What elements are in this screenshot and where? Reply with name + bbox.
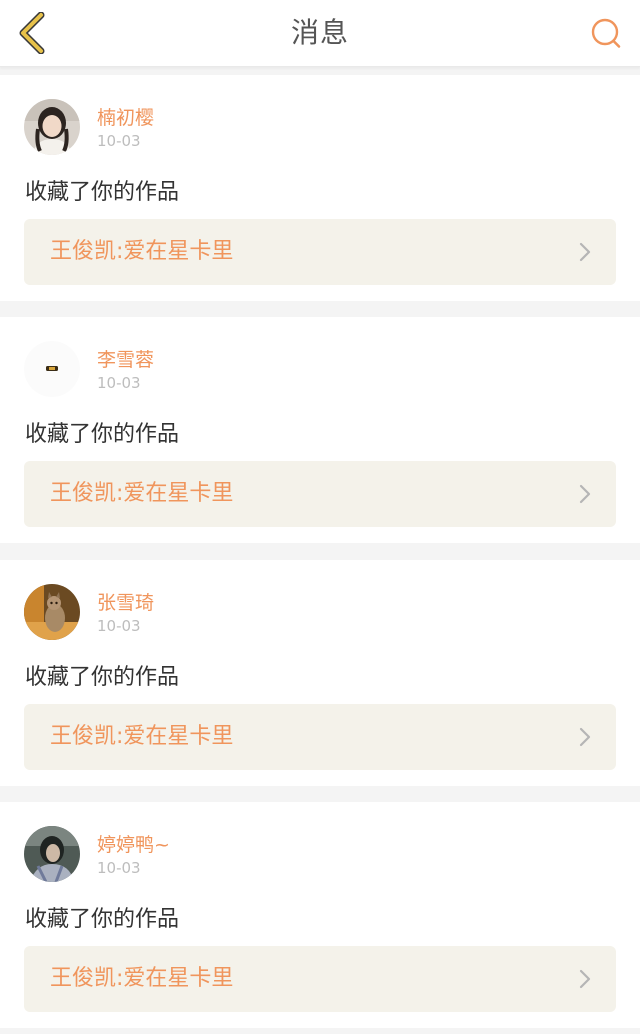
work-link[interactable]: 王俊凯:爱在星卡里 <box>24 461 616 527</box>
chevron-right-icon <box>579 969 591 989</box>
username[interactable]: 婷婷鸭~ <box>97 830 170 857</box>
avatar-photo <box>24 99 80 155</box>
work-link[interactable]: 王俊凯:爱在星卡里 <box>24 704 616 770</box>
work-title: 王俊凯:爱在星卡里 <box>50 481 234 506</box>
message-card: 婷婷鸭~ 10-03 收藏了你的作品 王俊凯:爱在星卡里 <box>0 802 640 1028</box>
action-text: 收藏了你的作品 <box>25 180 180 205</box>
avatar-photo <box>24 584 80 640</box>
avatar[interactable] <box>24 341 80 397</box>
chevron-right-icon <box>579 242 591 262</box>
timestamp: 10-03 <box>97 132 141 150</box>
search-button[interactable] <box>584 11 628 55</box>
work-link[interactable]: 王俊凯:爱在星卡里 <box>24 946 616 1012</box>
message-card: 楠初樱 10-03 收藏了你的作品 王俊凯:爱在星卡里 <box>0 75 640 301</box>
avatar[interactable] <box>24 99 80 155</box>
username[interactable]: 张雪琦 <box>97 588 154 615</box>
work-title: 王俊凯:爱在星卡里 <box>50 239 234 264</box>
messages-screen: 消息 楠初樱 10-03 收藏了你的作品 王俊凯:爱在星卡里 李雪蓉 10-03… <box>0 0 640 1034</box>
timestamp: 10-03 <box>97 617 141 635</box>
chevron-right-icon <box>579 484 591 504</box>
work-title: 王俊凯:爱在星卡里 <box>50 724 234 749</box>
timestamp: 10-03 <box>97 859 141 877</box>
action-text: 收藏了你的作品 <box>25 422 180 447</box>
message-card: 张雪琦 10-03 收藏了你的作品 王俊凯:爱在星卡里 <box>0 560 640 786</box>
username[interactable]: 李雪蓉 <box>97 345 154 372</box>
page-title: 消息 <box>290 16 349 49</box>
top-bar: 消息 <box>0 0 640 67</box>
avatar-photo <box>24 826 80 882</box>
avatar[interactable] <box>24 584 80 640</box>
avatar-photo <box>24 341 80 397</box>
search-icon <box>591 18 621 48</box>
message-card: 李雪蓉 10-03 收藏了你的作品 王俊凯:爱在星卡里 <box>0 317 640 543</box>
timestamp: 10-03 <box>97 374 141 392</box>
work-link[interactable]: 王俊凯:爱在星卡里 <box>24 219 616 285</box>
username[interactable]: 楠初樱 <box>97 103 154 130</box>
work-title: 王俊凯:爱在星卡里 <box>50 966 234 991</box>
chevron-right-icon <box>579 727 591 747</box>
action-text: 收藏了你的作品 <box>25 665 180 690</box>
avatar[interactable] <box>24 826 80 882</box>
action-text: 收藏了你的作品 <box>25 907 180 932</box>
